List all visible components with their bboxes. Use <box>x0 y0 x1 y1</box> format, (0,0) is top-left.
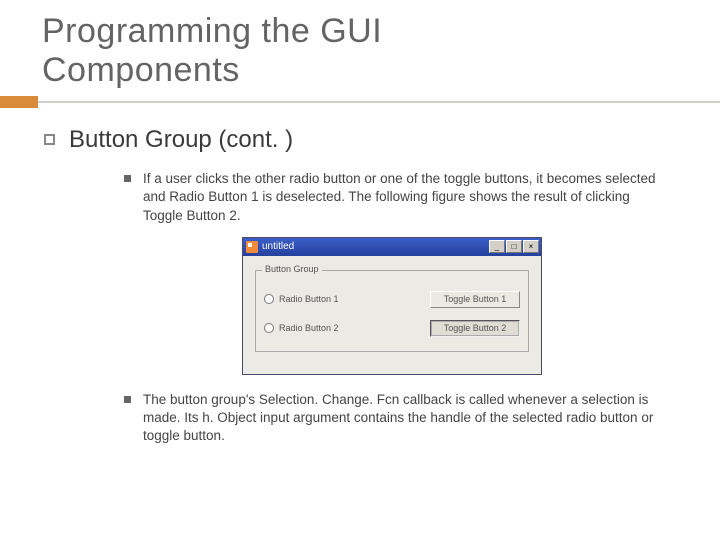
title-line-1: Programming the GUI <box>42 12 382 50</box>
square-bullet-icon <box>124 175 131 182</box>
radio-button-2[interactable]: Radio Button 2 <box>264 323 339 333</box>
radio-icon <box>264 323 274 333</box>
radio-1-label: Radio Button 1 <box>279 294 339 304</box>
body-text-2: The button group's Selection. Change. Fc… <box>143 391 660 446</box>
slide-title: Programming the GUI Components <box>0 0 720 90</box>
figure: untitled _ □ × Button Group Radio Butto <box>124 237 660 375</box>
radio-button-1[interactable]: Radio Button 1 <box>264 294 339 304</box>
window-title: untitled <box>262 241 485 252</box>
square-bullet-icon <box>124 396 131 403</box>
group-row-2: Radio Button 2 Toggle Button 2 <box>264 320 520 337</box>
app-icon <box>246 241 258 253</box>
window-buttons: _ □ × <box>489 240 539 253</box>
section-heading-row: Button Group (cont. ) <box>44 126 680 154</box>
title-line-2: Components <box>42 51 240 89</box>
section-heading: Button Group (cont. ) <box>69 126 293 154</box>
group-row-1: Radio Button 1 Toggle Button 1 <box>264 291 520 308</box>
body-text-1: If a user clicks the other radio button … <box>143 170 660 225</box>
list-item: If a user clicks the other radio button … <box>124 170 660 225</box>
list-item: The button group's Selection. Change. Fc… <box>124 391 660 446</box>
hollow-square-bullet-icon <box>44 134 55 145</box>
toggle-button-1[interactable]: Toggle Button 1 <box>430 291 520 308</box>
accent-line <box>38 101 720 103</box>
accent-block <box>0 96 38 108</box>
title-underline <box>0 96 720 108</box>
body-list: If a user clicks the other radio button … <box>44 154 680 445</box>
embedded-window: untitled _ □ × Button Group Radio Butto <box>242 237 542 375</box>
radio-2-label: Radio Button 2 <box>279 323 339 333</box>
groupbox-label: Button Group <box>262 264 322 274</box>
toggle-button-2[interactable]: Toggle Button 2 <box>430 320 520 337</box>
window-titlebar: untitled _ □ × <box>243 238 541 256</box>
window-body: Button Group Radio Button 1 Toggle Butto… <box>243 256 541 374</box>
minimize-button[interactable]: _ <box>489 240 505 253</box>
maximize-button[interactable]: □ <box>506 240 522 253</box>
close-button[interactable]: × <box>523 240 539 253</box>
section: Button Group (cont. ) If a user clicks t… <box>0 108 720 445</box>
button-group-box: Button Group Radio Button 1 Toggle Butto… <box>255 270 529 352</box>
radio-icon <box>264 294 274 304</box>
